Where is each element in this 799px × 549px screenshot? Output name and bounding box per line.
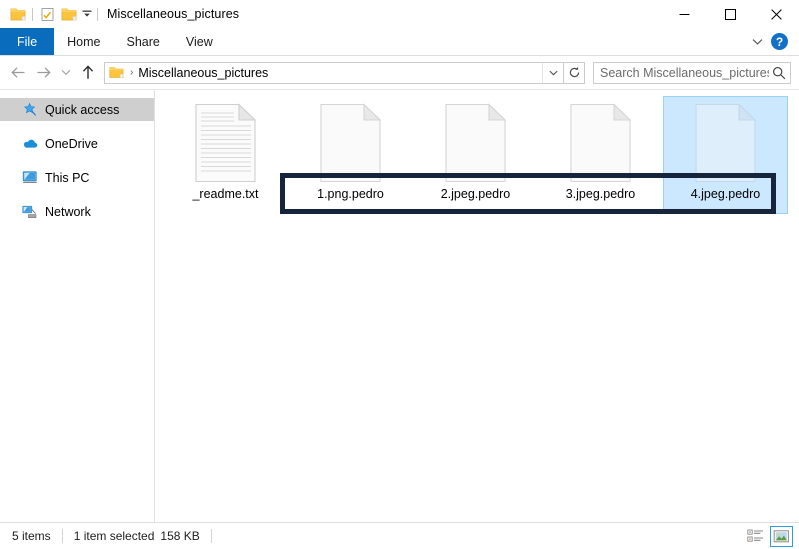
- title-bar: Miscellaneous_pictures: [0, 0, 799, 28]
- sidebar-item-onedrive[interactable]: OneDrive: [0, 132, 154, 155]
- status-item-count: 5 items: [12, 529, 51, 543]
- search-box[interactable]: Search Miscellaneous_pictures: [593, 61, 791, 84]
- breadcrumb-separator-icon: ›: [130, 67, 134, 78]
- status-divider-2: [210, 529, 212, 543]
- view-mode-buttons: [744, 525, 793, 547]
- status-divider: [61, 529, 63, 543]
- window-title: Miscellaneous_pictures: [107, 7, 240, 21]
- navigation-pane: Quick access OneDrive This PC Network: [0, 90, 155, 522]
- ribbon-controls: ?: [745, 28, 795, 55]
- new-folder-icon[interactable]: [58, 3, 80, 25]
- quick-access-toolbar: [0, 3, 101, 25]
- ribbon-tab-bar: File Home Share View ?: [0, 28, 799, 56]
- back-button-arrow-left-icon[interactable]: [6, 60, 31, 85]
- help-button[interactable]: ?: [771, 33, 788, 50]
- breadcrumb-current-folder[interactable]: Miscellaneous_pictures: [138, 66, 268, 80]
- sidebar-item-quick-access[interactable]: Quick access: [0, 98, 154, 121]
- file-item-label: 1.png.pedro: [317, 187, 384, 201]
- file-item-4-jpeg-pedro[interactable]: 4.jpeg.pedro: [663, 96, 788, 214]
- file-item-1-png-pedro[interactable]: 1.png.pedro: [288, 96, 413, 214]
- toolbar-divider-2: [97, 7, 98, 21]
- close-button[interactable]: [753, 0, 799, 28]
- file-list-pane[interactable]: _readme.txt 1.png.pedro 2.jpeg.pedro 3.j…: [155, 90, 799, 522]
- window-controls: [661, 0, 799, 28]
- monitor-icon: [22, 170, 38, 186]
- toolbar-divider: [32, 7, 33, 21]
- cloud-icon: [22, 136, 38, 152]
- folder-icon[interactable]: [7, 3, 29, 25]
- expand-ribbon-chevron-down-icon[interactable]: [745, 30, 769, 54]
- explorer-body: Quick access OneDrive This PC Network _r…: [0, 89, 799, 522]
- recent-locations-chevron-down-icon[interactable]: [56, 60, 75, 85]
- tab-home[interactable]: Home: [54, 28, 113, 55]
- address-path-box[interactable]: › Miscellaneous_pictures: [104, 61, 564, 84]
- text-document-icon: [185, 99, 267, 187]
- blank-document-icon: [560, 99, 642, 187]
- sidebar-item-label: OneDrive: [45, 136, 98, 151]
- tab-view[interactable]: View: [173, 28, 226, 55]
- address-folder-icon: [109, 66, 124, 79]
- file-item-3-jpeg-pedro[interactable]: 3.jpeg.pedro: [538, 96, 663, 214]
- customize-caret-icon[interactable]: [80, 3, 94, 25]
- file-item-2-jpeg-pedro[interactable]: 2.jpeg.pedro: [413, 96, 538, 214]
- minimize-button[interactable]: [661, 0, 707, 28]
- status-selection-size: 158 KB: [160, 529, 200, 543]
- file-explorer-window: Miscellaneous_pictures File Home Share V…: [0, 0, 799, 549]
- blank-document-icon: [310, 99, 392, 187]
- refresh-button-icon[interactable]: [564, 61, 585, 84]
- tab-file[interactable]: File: [0, 28, 55, 55]
- sidebar-item-label: Network: [45, 204, 91, 219]
- details-view-button[interactable]: [744, 526, 767, 547]
- maximize-button[interactable]: [707, 0, 753, 28]
- address-dropdown-chevron-down-icon[interactable]: [542, 62, 563, 83]
- large-icons-view-button[interactable]: [770, 525, 793, 547]
- file-item-readme[interactable]: _readme.txt: [163, 96, 288, 214]
- blank-document-icon: [685, 99, 767, 187]
- forward-button-arrow-right-icon[interactable]: [31, 60, 56, 85]
- properties-icon[interactable]: [36, 3, 58, 25]
- file-grid: _readme.txt 1.png.pedro 2.jpeg.pedro 3.j…: [163, 96, 799, 214]
- blank-document-icon: [435, 99, 517, 187]
- status-selection-count: 1 item selected: [73, 529, 155, 543]
- file-item-label: _readme.txt: [192, 187, 259, 201]
- sidebar-item-network[interactable]: Network: [0, 200, 154, 223]
- file-item-label: 2.jpeg.pedro: [440, 187, 511, 201]
- tab-share[interactable]: Share: [114, 28, 173, 55]
- sidebar-item-label: This PC: [45, 170, 90, 185]
- file-item-label: 4.jpeg.pedro: [688, 187, 763, 202]
- file-item-label: 3.jpeg.pedro: [565, 187, 636, 201]
- up-button-arrow-up-icon[interactable]: [75, 60, 100, 85]
- star-pin-icon: [22, 102, 38, 118]
- address-bar: › Miscellaneous_pictures Search Miscella…: [0, 56, 799, 89]
- search-input[interactable]: Search Miscellaneous_pictures: [594, 66, 769, 80]
- search-icon[interactable]: [769, 66, 790, 80]
- status-bar: 5 items 1 item selected 158 KB: [0, 522, 799, 549]
- network-icon: [22, 204, 38, 220]
- sidebar-item-label: Quick access: [45, 102, 120, 117]
- sidebar-item-this-pc[interactable]: This PC: [0, 166, 154, 189]
